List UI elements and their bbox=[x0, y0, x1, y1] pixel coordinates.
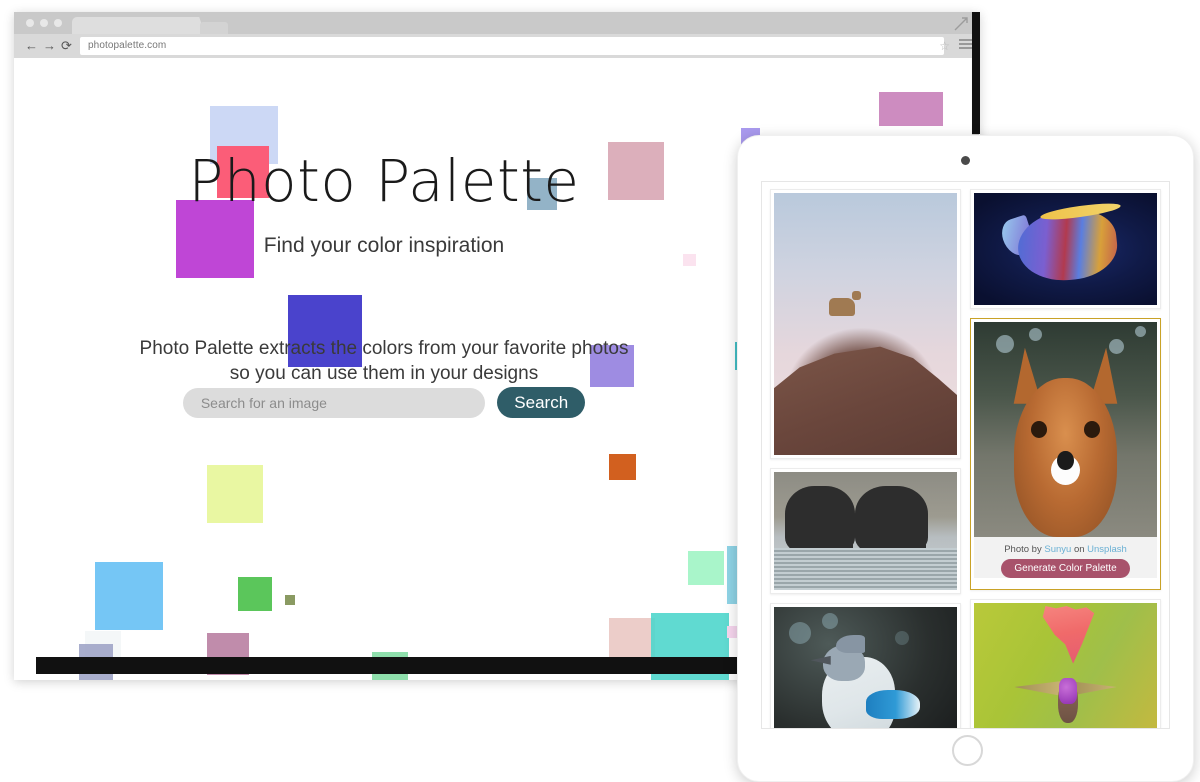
bokeh-circle bbox=[995, 334, 1014, 353]
photo-source-link[interactable]: Unsplash bbox=[1087, 544, 1127, 555]
photo-grid: Photo by Sunyu on Unsplash Generate Colo… bbox=[770, 189, 1161, 728]
square-magenta bbox=[176, 200, 254, 278]
reload-icon[interactable]: ⟳ bbox=[61, 38, 72, 54]
photo-grid-column-right: Photo by Sunyu on Unsplash Generate Colo… bbox=[970, 189, 1161, 728]
square-lime-pale bbox=[207, 465, 263, 523]
leopard-on-rock-image[interactable] bbox=[774, 193, 957, 455]
page-tagline: Find your color inspiration bbox=[263, 234, 505, 257]
red-fox-image[interactable] bbox=[974, 322, 1157, 537]
square-olive-tiny bbox=[285, 595, 295, 605]
hummingbird-gorget bbox=[1059, 678, 1078, 704]
bokeh-circle bbox=[1135, 326, 1147, 338]
browser-tab-bar bbox=[14, 12, 980, 34]
window-maximize-dot[interactable] bbox=[54, 19, 62, 27]
jay-crest bbox=[836, 635, 866, 653]
home-button[interactable] bbox=[951, 735, 983, 766]
square-royal-blue bbox=[288, 295, 362, 367]
photo-credit: Photo by Sunyu on Unsplash bbox=[974, 537, 1157, 559]
square-orange bbox=[609, 454, 636, 480]
forward-icon[interactable]: → bbox=[43, 38, 56, 54]
browser-tab-active[interactable] bbox=[72, 17, 194, 34]
square-mint-light bbox=[688, 551, 724, 585]
photo-card-blue-jay[interactable] bbox=[770, 603, 961, 728]
square-steel-blue bbox=[527, 178, 557, 210]
photo-grid-column-left bbox=[770, 189, 961, 728]
bokeh-circle bbox=[788, 621, 811, 644]
photo-card-elephants[interactable] bbox=[770, 468, 961, 594]
flower bbox=[1042, 606, 1095, 664]
window-minimize-dot[interactable] bbox=[40, 19, 48, 27]
leopard-silhouette bbox=[828, 290, 861, 316]
photo-author-link[interactable]: Sunyu bbox=[1044, 544, 1071, 555]
jay-wing bbox=[865, 689, 921, 720]
menu-icon[interactable] bbox=[959, 39, 972, 51]
tablet-screen: Photo by Sunyu on Unsplash Generate Colo… bbox=[761, 181, 1170, 729]
square-pink-hot bbox=[217, 146, 269, 198]
square-mauve-top bbox=[879, 92, 943, 126]
bokeh-circle bbox=[1028, 328, 1042, 342]
square-pink-faint bbox=[683, 254, 696, 266]
fox-eye bbox=[1030, 420, 1048, 439]
square-periwinkle bbox=[590, 345, 634, 387]
fox-nose bbox=[1057, 451, 1074, 471]
browser-tab-new[interactable] bbox=[200, 22, 228, 34]
photo-card-leopard[interactable] bbox=[770, 189, 961, 459]
photo-credit-block: Photo by Sunyu on Unsplash Generate Colo… bbox=[974, 537, 1157, 578]
photo-card-hummingbird[interactable] bbox=[970, 599, 1161, 728]
square-green bbox=[238, 577, 272, 611]
back-icon[interactable]: ← bbox=[25, 38, 38, 54]
credit-middle: on bbox=[1073, 544, 1085, 555]
search-button[interactable]: Search bbox=[497, 387, 586, 418]
expand-icon[interactable] bbox=[954, 17, 968, 31]
browser-right-edge bbox=[972, 12, 980, 134]
tropical-fish-image[interactable] bbox=[974, 193, 1157, 305]
bookmark-star-icon[interactable]: ☆ bbox=[939, 39, 950, 53]
hummingbird-wing bbox=[1014, 681, 1062, 696]
elephants-image[interactable] bbox=[774, 472, 957, 590]
bokeh-circle bbox=[894, 630, 909, 645]
generate-color-palette-button[interactable]: Generate Color Palette bbox=[1001, 559, 1130, 578]
page-description: Photo Palette extracts the colors from y… bbox=[139, 338, 629, 384]
blue-jay-image[interactable] bbox=[774, 607, 957, 728]
search-input[interactable] bbox=[182, 387, 485, 418]
photo-card-fish[interactable] bbox=[970, 189, 1161, 309]
url-text: photopalette.com bbox=[88, 40, 167, 51]
bokeh-circle bbox=[1109, 339, 1125, 355]
square-dusty-rose bbox=[608, 142, 664, 200]
water-reflection bbox=[774, 547, 957, 590]
tablet-device: Photo by Sunyu on Unsplash Generate Colo… bbox=[737, 135, 1194, 782]
window-close-dot[interactable] bbox=[26, 19, 34, 27]
search-row: Search bbox=[14, 387, 754, 418]
credit-prefix: Photo by bbox=[1004, 544, 1042, 555]
jay-beak bbox=[810, 655, 831, 665]
square-pink-edge bbox=[727, 626, 737, 638]
url-bar[interactable]: photopalette.com bbox=[80, 37, 944, 55]
photo-card-fox-selected[interactable]: Photo by Sunyu on Unsplash Generate Colo… bbox=[970, 318, 1161, 590]
hummingbird-image[interactable] bbox=[974, 603, 1157, 728]
camera-icon bbox=[960, 156, 970, 165]
square-sky-blue bbox=[95, 562, 163, 630]
bokeh-circle bbox=[821, 612, 838, 629]
browser-toolbar: ← → ⟳ photopalette.com ☆ bbox=[14, 34, 980, 58]
